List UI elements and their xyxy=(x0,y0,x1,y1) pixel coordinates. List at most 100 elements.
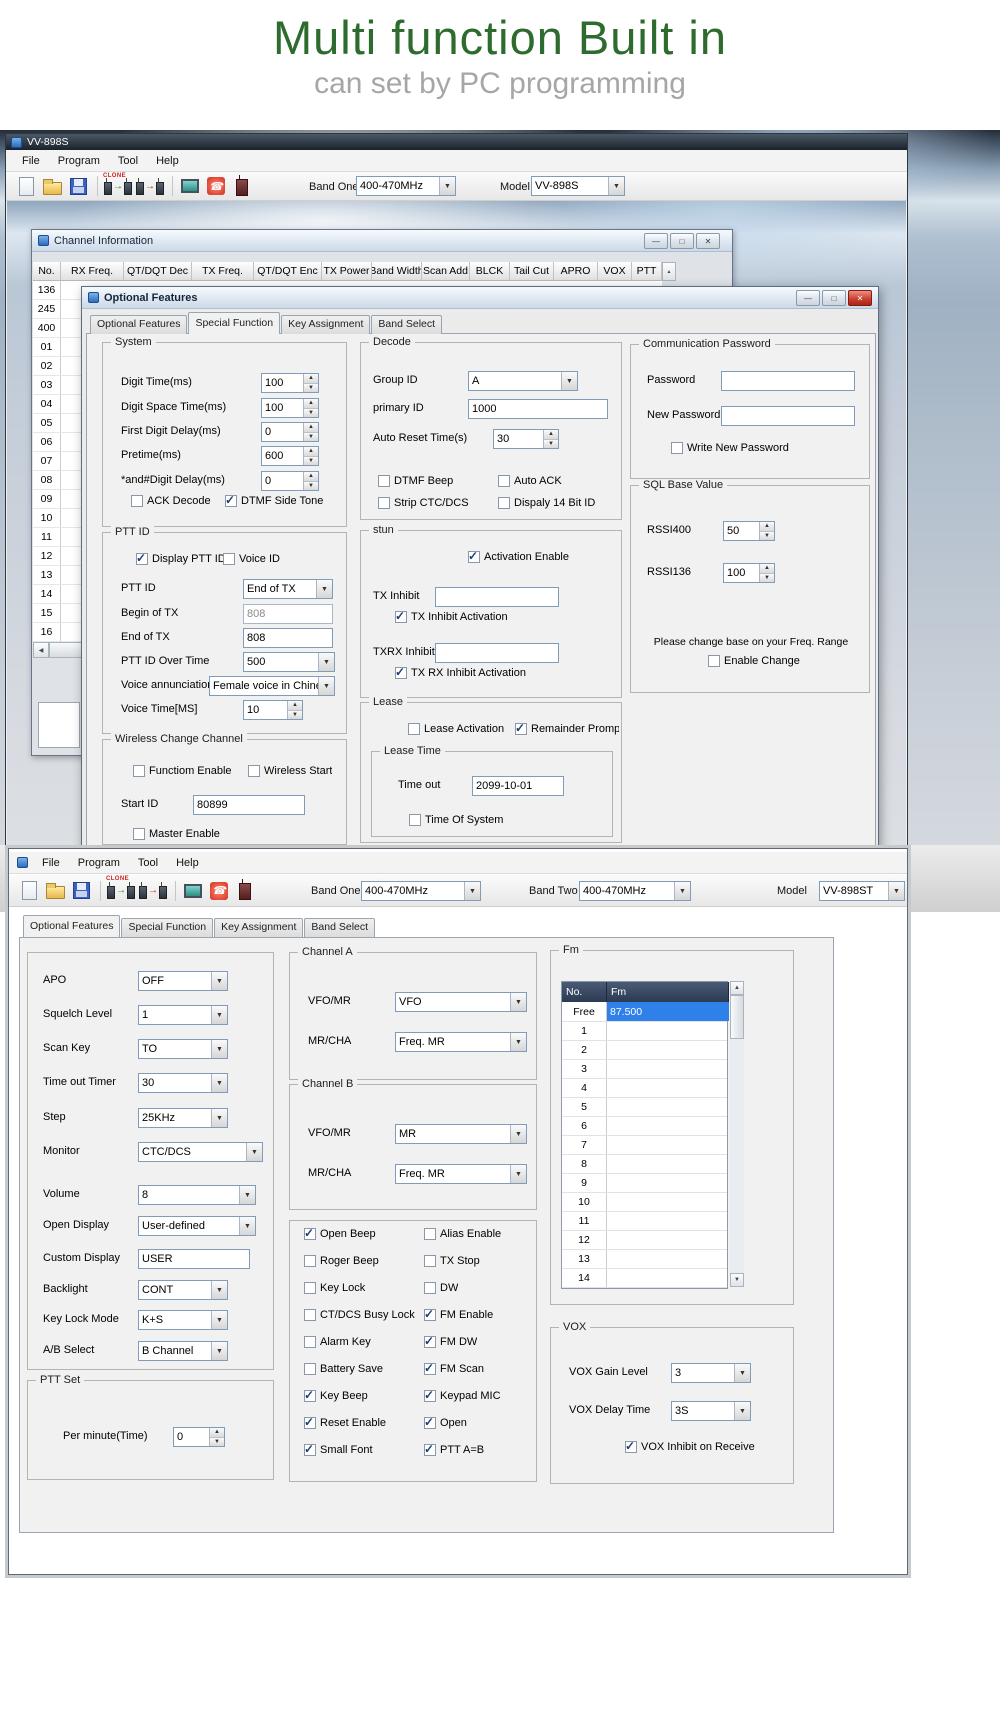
key-lock-mode-select[interactable]: K+S▼ xyxy=(138,1310,228,1330)
chevron-down-icon[interactable]: ▼ xyxy=(246,1143,262,1161)
tab-band-select[interactable]: Band Select xyxy=(304,918,375,937)
tab-optional-features[interactable]: Optional Features xyxy=(23,915,120,937)
ptt-a-b-checkbox[interactable]: PTT A=B xyxy=(424,1444,484,1456)
vox-delay-select[interactable]: 3S▼ xyxy=(671,1401,751,1421)
tab-optional-features[interactable]: Optional Features xyxy=(90,315,187,334)
chevron-down-icon[interactable]: ▼ xyxy=(318,653,334,671)
model-select[interactable]: VV-898S ▼ xyxy=(531,176,625,196)
time-of-system-checkbox[interactable]: Time Of System xyxy=(409,814,503,826)
first-digit-delay-spinner[interactable]: 0▲▼ xyxy=(261,422,319,442)
fm-row[interactable]: 8 xyxy=(562,1155,727,1174)
fm-enable-checkbox[interactable]: FM Enable xyxy=(424,1309,493,1321)
column-header[interactable]: QT/DQT Enc xyxy=(254,262,322,281)
spin-up-icon[interactable]: ▲ xyxy=(760,564,774,574)
begin-of-tx-input[interactable]: 808 xyxy=(243,604,333,624)
voice-annunciation-select[interactable]: Female voice in Chinese▼ xyxy=(209,676,335,696)
chevron-down-icon[interactable]: ▼ xyxy=(510,993,526,1011)
tab-band-select[interactable]: Band Select xyxy=(371,315,442,334)
band-two-select[interactable]: 400-470MHz▼ xyxy=(579,881,691,901)
primary-id-input[interactable]: 1000 xyxy=(468,399,608,419)
enable-change-checkbox[interactable]: Enable Change xyxy=(708,655,800,667)
column-header-no[interactable]: No. xyxy=(562,982,607,1002)
open-display-select[interactable]: User-defined▼ xyxy=(138,1216,256,1236)
volume-select[interactable]: 8▼ xyxy=(138,1185,256,1205)
fm-value[interactable] xyxy=(607,1231,729,1249)
close-button[interactable]: ✕ xyxy=(696,233,720,249)
save-button[interactable] xyxy=(66,174,90,198)
column-header[interactable]: QT/DQT Dec xyxy=(124,262,192,281)
monitor-button[interactable] xyxy=(181,879,205,903)
chevron-down-icon[interactable]: ▼ xyxy=(318,677,334,695)
ptt-id-over-time-select[interactable]: 500▼ xyxy=(243,652,335,672)
menu-program[interactable]: Program xyxy=(70,854,128,872)
auto-ack-checkbox[interactable]: Auto ACK xyxy=(498,475,562,487)
menu-file[interactable]: File xyxy=(14,152,48,170)
ptt-id-select[interactable]: End of TX▼ xyxy=(243,579,333,599)
spinner-buttons[interactable]: ▲▼ xyxy=(303,399,318,417)
rssi136-spinner[interactable]: 100▲▼ xyxy=(723,563,775,583)
squelch-level-select[interactable]: 1▼ xyxy=(138,1005,228,1025)
column-header[interactable]: Band Width xyxy=(372,262,422,281)
spin-up-icon[interactable]: ▲ xyxy=(544,430,558,440)
scroll-left-icon[interactable]: ◀ xyxy=(33,642,49,658)
open-beep-checkbox[interactable]: Open Beep xyxy=(304,1228,376,1240)
chevron-down-icon[interactable]: ▼ xyxy=(734,1402,750,1420)
backlight-select[interactable]: CONT▼ xyxy=(138,1280,228,1300)
read-from-radio-button[interactable]: → xyxy=(106,879,136,903)
txrx-inhibit-input[interactable] xyxy=(435,643,559,663)
chevron-down-icon[interactable]: ▼ xyxy=(239,1217,255,1235)
minimize-button[interactable]: — xyxy=(644,233,668,249)
ack-decode-checkbox[interactable]: ACK Decode xyxy=(131,495,211,507)
chevron-down-icon[interactable]: ▼ xyxy=(510,1125,526,1143)
and-digit-delay-spinner[interactable]: 0▲▼ xyxy=(261,471,319,491)
group-id-select[interactable]: A▼ xyxy=(468,371,578,391)
roger-beep-checkbox[interactable]: Roger Beep xyxy=(304,1255,379,1267)
vertical-scrollbar[interactable]: ▲ ▼ xyxy=(730,981,744,1287)
column-header[interactable]: PTT xyxy=(632,262,662,281)
chevron-down-icon[interactable]: ▼ xyxy=(674,882,690,900)
chevron-down-icon[interactable]: ▼ xyxy=(464,882,480,900)
step-select[interactable]: 25KHz▼ xyxy=(138,1108,228,1128)
spin-up-icon[interactable]: ▲ xyxy=(760,522,774,532)
spinner-buttons[interactable]: ▲▼ xyxy=(543,430,558,448)
chevron-down-icon[interactable]: ▼ xyxy=(510,1033,526,1051)
titlebar[interactable]: VV-898S xyxy=(6,134,907,150)
fm-row[interactable]: 4 xyxy=(562,1079,727,1098)
fm-value[interactable] xyxy=(607,1022,729,1040)
start-id-input[interactable]: 80899 xyxy=(193,795,305,815)
tx-stop-checkbox[interactable]: TX Stop xyxy=(424,1255,480,1267)
band-one-select[interactable]: 400-470MHz ▼ xyxy=(356,176,456,196)
fm-row[interactable]: 3 xyxy=(562,1060,727,1079)
chevron-down-icon[interactable]: ▼ xyxy=(211,1281,227,1299)
spin-down-icon[interactable]: ▼ xyxy=(304,409,318,418)
spin-down-icon[interactable]: ▼ xyxy=(304,384,318,393)
open-file-button[interactable] xyxy=(43,879,67,903)
spin-up-icon[interactable]: ▲ xyxy=(288,701,302,711)
dialog-titlebar[interactable]: Optional Features xyxy=(82,287,878,309)
vox-inhibit-checkbox[interactable]: VOX Inhibit on Receive xyxy=(625,1441,755,1453)
spinner-buttons[interactable]: ▲▼ xyxy=(303,447,318,465)
chevron-down-icon[interactable]: ▼ xyxy=(239,1186,255,1204)
monitor-button[interactable] xyxy=(178,174,202,198)
scroll-up-icon[interactable]: ▲ xyxy=(662,262,676,281)
column-header[interactable]: TX Power xyxy=(322,262,372,281)
chevron-down-icon[interactable]: ▼ xyxy=(211,1040,227,1058)
spin-down-icon[interactable]: ▼ xyxy=(544,440,558,449)
spin-down-icon[interactable]: ▼ xyxy=(304,433,318,442)
maximize-button[interactable]: □ xyxy=(822,290,846,306)
fm-value[interactable] xyxy=(607,1174,729,1192)
save-button[interactable] xyxy=(69,879,93,903)
menu-file[interactable]: File xyxy=(34,854,68,872)
write-to-radio-button[interactable]: → xyxy=(138,879,168,903)
fm-value[interactable] xyxy=(607,1212,729,1230)
spin-down-icon[interactable]: ▼ xyxy=(304,457,318,466)
password-input[interactable] xyxy=(721,371,855,391)
chevron-down-icon[interactable]: ▼ xyxy=(211,1109,227,1127)
spin-up-icon[interactable]: ▲ xyxy=(304,399,318,409)
remainder-prompt-checkbox[interactable]: Remainder Promp xyxy=(515,723,619,735)
fm-value[interactable] xyxy=(607,1117,729,1135)
fm-row[interactable]: 11 xyxy=(562,1212,727,1231)
spin-up-icon[interactable]: ▲ xyxy=(210,1428,224,1438)
spinner-buttons[interactable]: ▲▼ xyxy=(759,564,774,582)
fm-value[interactable] xyxy=(607,1155,729,1173)
